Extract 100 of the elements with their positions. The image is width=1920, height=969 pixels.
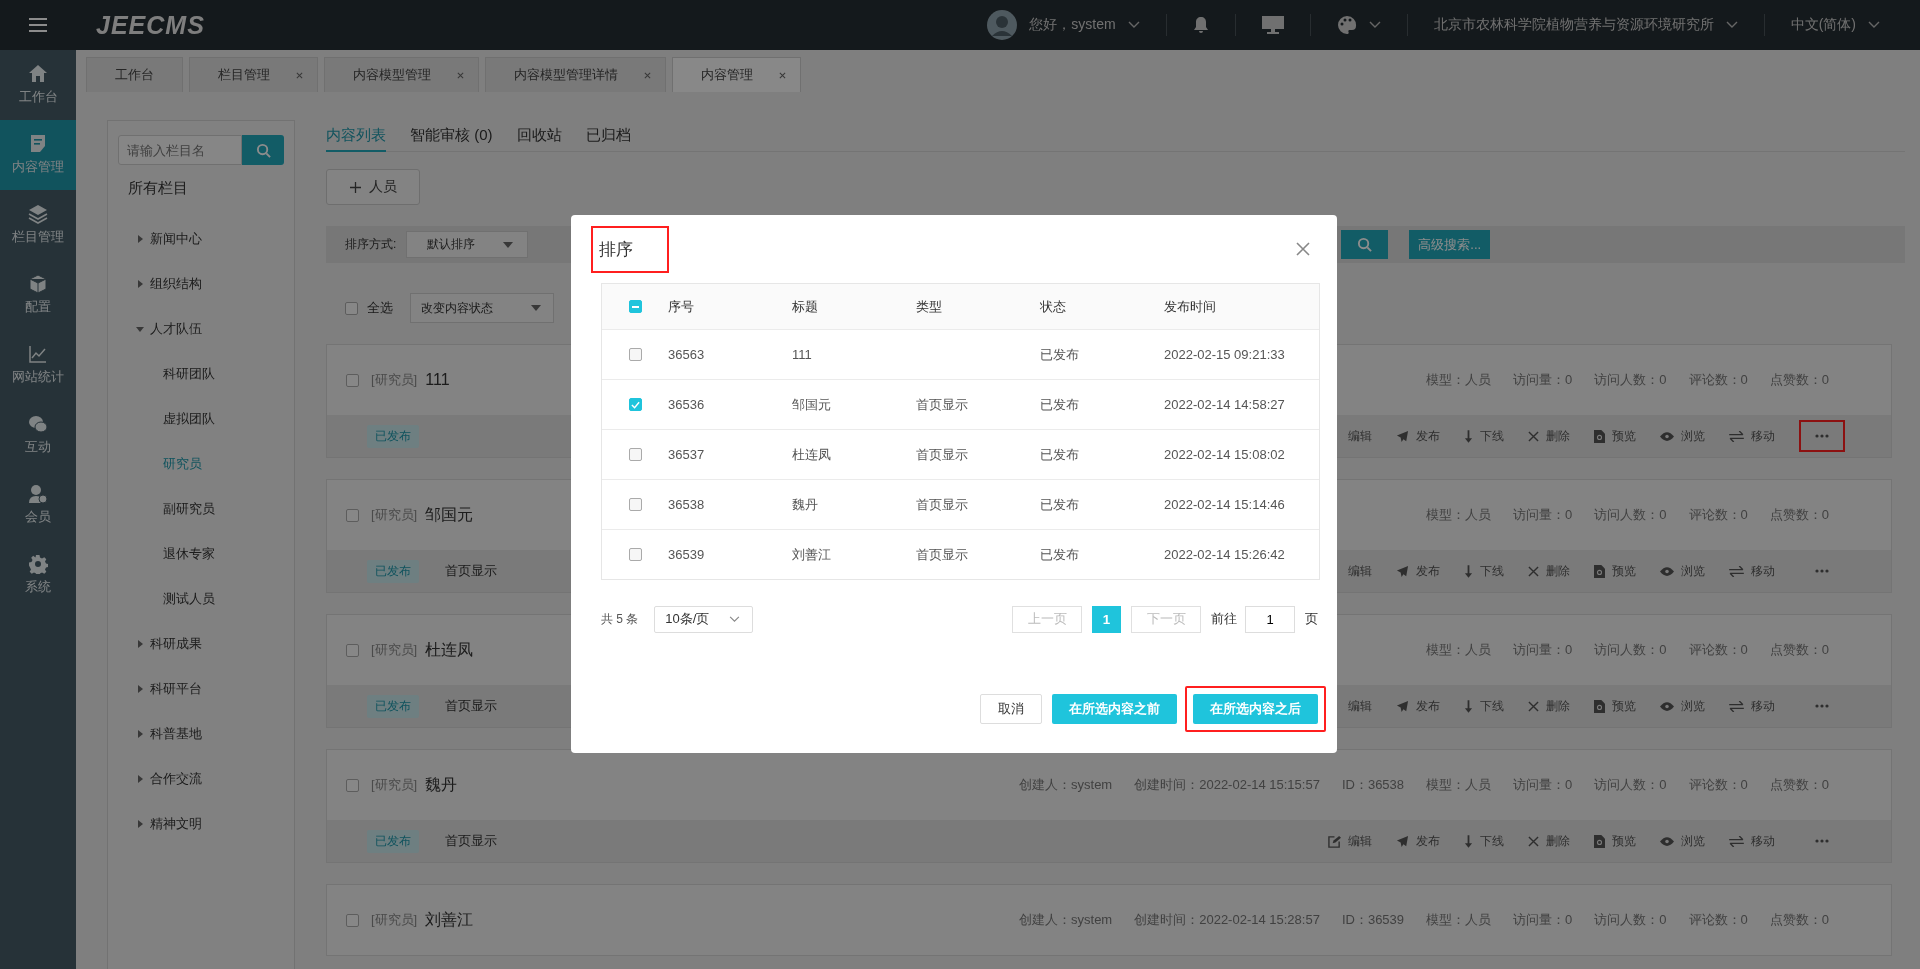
document-search-icon[interactable] xyxy=(1594,699,1605,713)
checkbox[interactable] xyxy=(628,348,642,361)
checkbox[interactable] xyxy=(346,643,359,657)
paper-plane-icon[interactable] xyxy=(1396,699,1409,713)
checkbox[interactable] xyxy=(628,498,642,511)
swap-icon[interactable] xyxy=(1729,700,1744,712)
nav-item[interactable]: 配置 xyxy=(0,260,76,330)
action-link[interactable]: 编辑 xyxy=(1348,427,1372,445)
sub-tab[interactable]: 智能审核 (0) xyxy=(410,120,493,152)
page-tab[interactable]: 工作台 xyxy=(86,57,183,92)
language-selector[interactable]: 中文(简体) xyxy=(1790,16,1856,34)
menu-icon[interactable] xyxy=(29,18,47,32)
chat-icon[interactable] xyxy=(28,414,48,434)
close-icon[interactable] xyxy=(644,71,651,79)
caret-icon[interactable] xyxy=(136,639,144,648)
close-icon[interactable] xyxy=(1528,565,1539,577)
document-search-icon[interactable] xyxy=(1594,834,1605,848)
action-link[interactable]: 删除 xyxy=(1528,697,1570,715)
paper-plane-icon[interactable] xyxy=(1396,834,1409,848)
action-link[interactable]: 下线 xyxy=(1464,697,1504,715)
status-select[interactable]: 改变内容状态 xyxy=(410,293,554,323)
action-link[interactable]: 浏览 xyxy=(1660,562,1705,580)
chevron-down-icon[interactable] xyxy=(1725,21,1738,29)
action-link[interactable]: 浏览 xyxy=(1660,832,1705,850)
arrow-down-icon[interactable] xyxy=(1464,834,1473,848)
swap-icon[interactable] xyxy=(1729,565,1744,577)
tree-item[interactable]: 副研究员 xyxy=(163,499,215,518)
nav-item[interactable]: 会员 xyxy=(0,470,76,540)
eye-icon[interactable] xyxy=(1660,566,1674,576)
caret-icon[interactable] xyxy=(136,774,144,783)
content-title[interactable]: 111 xyxy=(425,371,450,389)
content-title[interactable]: 邹国元 xyxy=(425,504,474,526)
arrow-down-icon[interactable] xyxy=(1464,699,1473,713)
caret-down-icon[interactable] xyxy=(503,241,514,248)
eye-icon[interactable] xyxy=(1660,836,1674,846)
content-title[interactable]: 杜连凤 xyxy=(425,639,474,661)
layers-icon[interactable] xyxy=(28,204,48,224)
more-button[interactable] xyxy=(1799,420,1845,452)
page-tab[interactable]: 内容管理 xyxy=(672,57,801,92)
action-link[interactable]: 预览 xyxy=(1594,427,1636,445)
checkbox[interactable] xyxy=(345,301,358,315)
nav-item[interactable]: 网站统计 xyxy=(0,330,76,400)
action-link[interactable]: 删除 xyxy=(1528,832,1570,850)
tree-item[interactable]: 精神文明 xyxy=(150,814,202,833)
close-icon[interactable] xyxy=(1296,242,1310,256)
checkbox[interactable] xyxy=(346,508,359,522)
sort-select[interactable]: 默认排序 xyxy=(406,231,529,258)
action-link[interactable]: 编辑 xyxy=(1348,697,1372,715)
cancel-button[interactable]: 取消 xyxy=(980,694,1042,724)
search-button[interactable] xyxy=(242,135,284,165)
caret-icon[interactable] xyxy=(136,234,144,243)
content-title[interactable]: 魏丹 xyxy=(425,774,458,796)
more-icon[interactable] xyxy=(1815,704,1829,708)
nav-item[interactable]: 栏目管理 xyxy=(0,190,76,260)
tree-item[interactable]: 退休专家 xyxy=(163,544,215,563)
tree-item[interactable]: 组织结构 xyxy=(150,274,202,293)
arrow-down-icon[interactable] xyxy=(1464,564,1473,578)
add-button[interactable]: 人员 xyxy=(326,169,420,205)
tree-item[interactable]: 科研成果 xyxy=(150,634,202,653)
action-link[interactable]: 浏览 xyxy=(1660,697,1705,715)
page-tab[interactable]: 内容模型管理 xyxy=(324,57,479,92)
tree-item[interactable]: 新闻中心 xyxy=(150,229,202,248)
action-link[interactable]: 发布 xyxy=(1396,697,1440,715)
more-icon[interactable] xyxy=(1815,434,1829,438)
action-link[interactable]: 删除 xyxy=(1528,562,1570,580)
bell-icon[interactable] xyxy=(1192,16,1209,34)
document-search-icon[interactable] xyxy=(1594,564,1605,578)
confirm-button[interactable]: 在所选内容之前 xyxy=(1052,694,1177,724)
sub-tab[interactable]: 内容列表 xyxy=(326,120,386,152)
paper-plane-icon[interactable] xyxy=(1396,429,1409,443)
tree-item[interactable]: 研究员 xyxy=(163,454,202,473)
nav-item[interactable]: 工作台 xyxy=(0,50,76,120)
line-chart-icon[interactable] xyxy=(28,344,48,364)
action-link[interactable]: 移动 xyxy=(1729,427,1775,445)
organization-selector[interactable]: 北京市农林科学院植物营养与资源环境研究所 xyxy=(1433,16,1714,34)
action-link[interactable]: 预览 xyxy=(1594,697,1636,715)
checkbox[interactable] xyxy=(628,398,642,411)
nav-item[interactable]: 系统 xyxy=(0,540,76,610)
tree-root[interactable]: 所有栏目 xyxy=(128,179,284,198)
user-greeting[interactable]: 您好，system xyxy=(1029,16,1116,34)
action-link[interactable]: 移动 xyxy=(1729,697,1775,715)
caret-icon[interactable] xyxy=(136,279,144,288)
swap-icon[interactable] xyxy=(1729,835,1744,847)
action-link[interactable]: 发布 xyxy=(1396,832,1440,850)
cube-icon[interactable] xyxy=(28,274,48,294)
close-icon[interactable] xyxy=(1528,700,1539,712)
sub-tab[interactable]: 已归档 xyxy=(585,120,631,152)
close-icon[interactable] xyxy=(457,71,464,79)
action-link[interactable]: 发布 xyxy=(1396,562,1440,580)
swap-icon[interactable] xyxy=(1729,430,1744,442)
tree-item[interactable]: 测试人员 xyxy=(163,589,215,608)
action-link[interactable]: 发布 xyxy=(1396,427,1440,445)
action-link[interactable]: 删除 xyxy=(1528,427,1570,445)
caret-icon[interactable] xyxy=(136,684,144,693)
page-number[interactable]: 1 xyxy=(1092,605,1121,633)
search-field[interactable]: 请输入栏目名 xyxy=(118,135,242,165)
action-link[interactable]: 预览 xyxy=(1594,832,1636,850)
more-icon[interactable] xyxy=(1815,569,1829,573)
page-tab[interactable]: 栏目管理 xyxy=(189,57,318,92)
action-link[interactable]: 下线 xyxy=(1464,832,1504,850)
